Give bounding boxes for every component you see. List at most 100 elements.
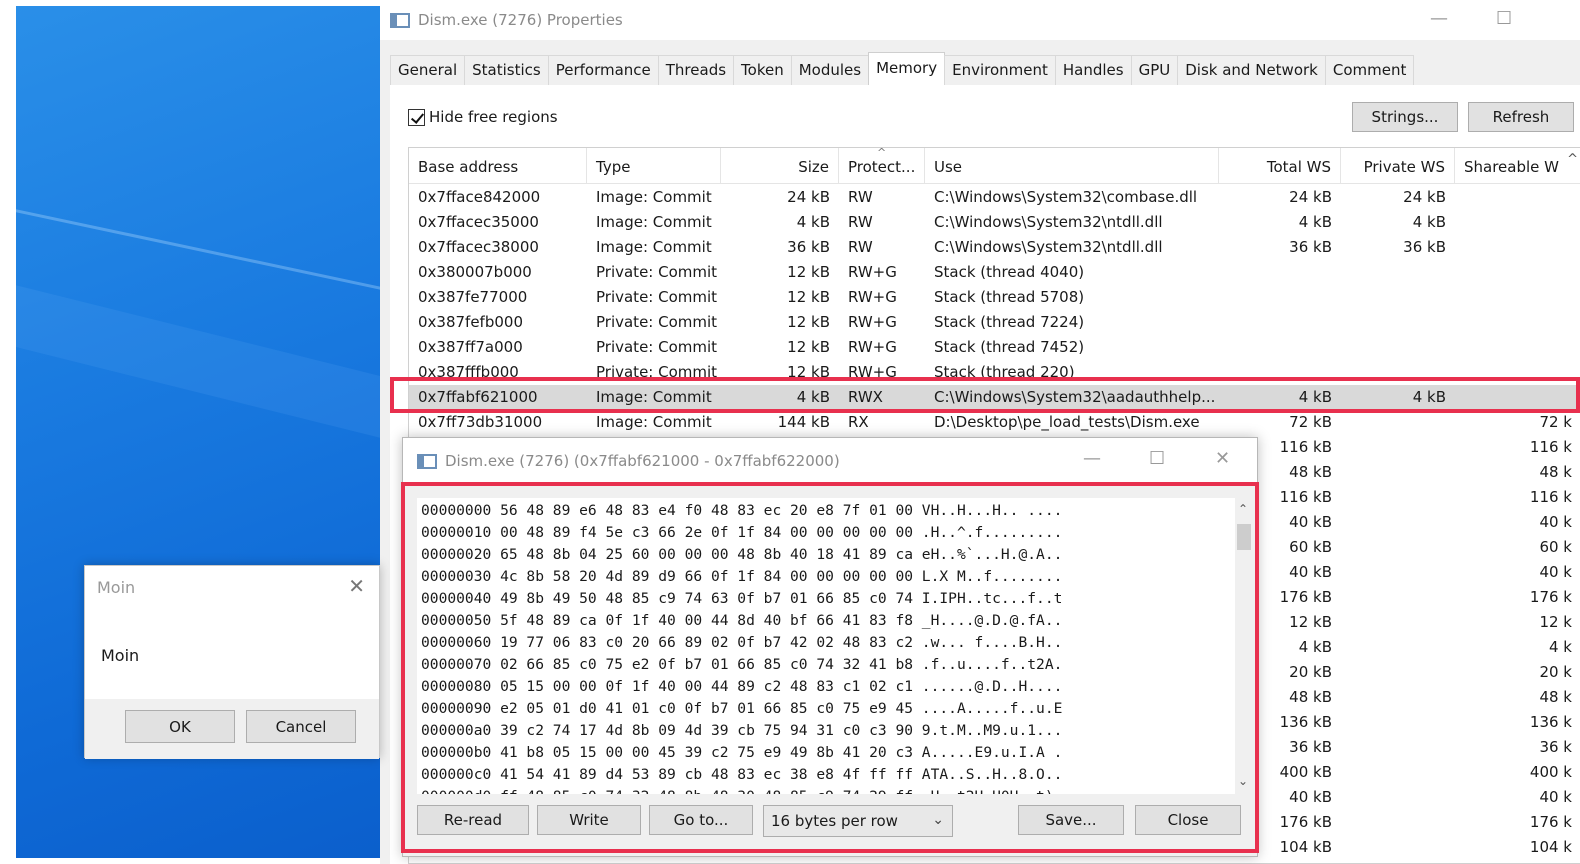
- cell-private-ws: 4 kB: [1412, 213, 1446, 231]
- cell-total-ws: 24 kB: [1289, 188, 1332, 206]
- cell-shareable: 4 k: [1549, 638, 1572, 656]
- window-app-icon: [390, 12, 410, 28]
- scroll-up-arrow-icon[interactable]: ^: [1567, 152, 1578, 167]
- table-row[interactable]: 0x7ffacec38000 Image: Commit 36 kB RW C:\Win…: [409, 235, 1580, 260]
- tab-threads[interactable]: Threads: [657, 55, 735, 85]
- column-size[interactable]: Size: [721, 148, 839, 184]
- table-row[interactable]: 0x387ff7a000 Private: Commit 12 kB RW+G Stac…: [409, 335, 1580, 360]
- tab-environment[interactable]: Environment: [944, 55, 1056, 85]
- column-type[interactable]: Type: [587, 148, 721, 184]
- cell-base: 0x387ff7a000: [418, 338, 523, 356]
- tab-bar: General Statistics Performance Threads Token…: [390, 52, 1415, 85]
- tab-performance[interactable]: Performance: [547, 55, 659, 85]
- cell-protect: RW+G: [848, 288, 897, 306]
- cell-shareable: 36 k: [1539, 738, 1572, 756]
- cell-total-ws: 4 kB: [1298, 213, 1332, 231]
- cell-shareable: [1455, 310, 1580, 335]
- msgbox-footer: OK Cancel: [85, 699, 379, 759]
- tab-modules[interactable]: Modules: [790, 55, 870, 85]
- cell-size: 12 kB: [787, 263, 830, 281]
- cell-base: 0x7ffacec38000: [418, 238, 539, 256]
- msgbox-text: Moin: [101, 646, 140, 665]
- cell-private-ws: [1341, 335, 1455, 360]
- cell-type: Image: Commit: [596, 413, 712, 431]
- table-row[interactable]: 0x7ff73db31000 Image: Commit 144 kB RX D:\De…: [409, 410, 1580, 435]
- cell-size: 36 kB: [787, 238, 830, 256]
- cell-shareable: 136 k: [1529, 713, 1572, 731]
- cell-total-ws: [1219, 285, 1341, 310]
- tab-memory[interactable]: Memory: [868, 52, 946, 85]
- table-row[interactable]: 0x380007b000 Private: Commit 12 kB RW+G Stac…: [409, 260, 1580, 285]
- cell-shareable: [1455, 185, 1580, 210]
- minimize-button[interactable]: —: [1430, 8, 1448, 29]
- cell-type: Private: Commit: [596, 263, 718, 281]
- tab-handles[interactable]: Handles: [1054, 55, 1132, 85]
- cell-size: 4 kB: [796, 213, 830, 231]
- checkbox-checked-icon[interactable]: [408, 108, 425, 126]
- msgbox-close-icon[interactable]: ✕: [348, 574, 365, 598]
- maximize-button[interactable]: ☐: [1496, 8, 1512, 29]
- tab-disk-and-network[interactable]: Disk and Network: [1177, 55, 1326, 85]
- cell-protect: RW+G: [848, 263, 897, 281]
- hide-free-regions-label: Hide free regions: [429, 108, 558, 126]
- cell-type: Private: Commit: [596, 288, 718, 306]
- cell-shareable: 72 k: [1539, 413, 1572, 431]
- tab-comment[interactable]: Comment: [1324, 55, 1415, 85]
- cell-shareable: 176 k: [1529, 813, 1572, 831]
- cancel-button[interactable]: Cancel: [246, 710, 356, 743]
- hex-minimize-button[interactable]: —: [1083, 448, 1101, 469]
- properties-title: Dism.exe (7276) Properties: [418, 11, 623, 29]
- tab-gpu[interactable]: GPU: [1130, 55, 1179, 85]
- hex-titlebar[interactable]: Dism.exe (7276) (0x7ffabf621000 - 0x7ffa…: [403, 438, 1257, 484]
- table-header: Base address Type Size Protect... Use To…: [409, 148, 1580, 184]
- cell-shareable: 116 k: [1529, 438, 1572, 456]
- cell-use: C:\Windows\System32\ntdll.dll: [934, 213, 1163, 231]
- tab-general[interactable]: General: [390, 55, 466, 85]
- column-base-address[interactable]: Base address: [409, 148, 587, 184]
- ok-button[interactable]: OK: [125, 710, 235, 743]
- hex-view-highlight: [401, 482, 1259, 853]
- tab-token[interactable]: Token: [733, 55, 792, 85]
- cell-shareable: [1455, 210, 1580, 235]
- cell-protect: RW: [848, 238, 873, 256]
- cell-use: Stack (thread 4040): [934, 263, 1085, 281]
- cell-shareable: 40 k: [1539, 563, 1572, 581]
- tab-statistics[interactable]: Statistics: [464, 55, 549, 85]
- cell-shareable: [1455, 335, 1580, 360]
- cell-type: Private: Commit: [596, 313, 718, 331]
- cell-shareable: 104 k: [1529, 838, 1572, 856]
- strings-button[interactable]: Strings...: [1352, 102, 1458, 132]
- column-private-ws[interactable]: Private WS: [1341, 148, 1455, 184]
- hex-maximize-button[interactable]: ☐: [1149, 448, 1165, 469]
- cell-shareable: 116 k: [1529, 488, 1572, 506]
- cell-total-ws: [1219, 260, 1341, 285]
- column-shareable-ws[interactable]: Shareable W: [1455, 148, 1580, 184]
- cell-private-ws: 36 kB: [1403, 238, 1446, 256]
- cell-shareable: 12 k: [1539, 613, 1572, 631]
- cell-private-ws: [1341, 260, 1455, 285]
- properties-titlebar[interactable]: Dism.exe (7276) Properties — ☐: [380, 0, 1580, 40]
- cell-shareable: 400 k: [1529, 763, 1572, 781]
- message-box: Moin ✕ Moin OK Cancel: [84, 565, 380, 759]
- cell-base: 0x387fe77000: [418, 288, 528, 306]
- table-row[interactable]: 0x387fefb000 Private: Commit 12 kB RW+G Stac…: [409, 310, 1580, 335]
- cell-base: 0x7fface842000: [418, 188, 541, 206]
- cell-use: Stack (thread 5708): [934, 288, 1085, 306]
- sort-caret-icon: ^: [877, 147, 887, 159]
- cell-protect: RW+G: [848, 313, 897, 331]
- table-row[interactable]: 0x7ffacec35000 Image: Commit 4 kB RW C:\Wind…: [409, 210, 1580, 235]
- cell-type: Private: Commit: [596, 338, 718, 356]
- table-row[interactable]: 0x387fe77000 Private: Commit 12 kB RW+G Stac…: [409, 285, 1580, 310]
- column-use[interactable]: Use: [925, 148, 1219, 184]
- refresh-button[interactable]: Refresh: [1468, 102, 1574, 132]
- column-total-ws[interactable]: Total WS: [1219, 148, 1341, 184]
- cell-shareable: 40 k: [1539, 788, 1572, 806]
- hex-close-icon[interactable]: ✕: [1215, 448, 1230, 469]
- table-row[interactable]: 0x7fface842000 Image: Commit 24 kB RW C:\Win…: [409, 185, 1580, 210]
- cell-size: 24 kB: [787, 188, 830, 206]
- cell-base: 0x7ff73db31000: [418, 413, 543, 431]
- cell-size: 12 kB: [787, 313, 830, 331]
- cell-type: Image: Commit: [596, 188, 712, 206]
- hide-free-regions-checkbox[interactable]: Hide free regions: [408, 108, 558, 126]
- cell-use: C:\Windows\System32\combase.dll: [934, 188, 1198, 206]
